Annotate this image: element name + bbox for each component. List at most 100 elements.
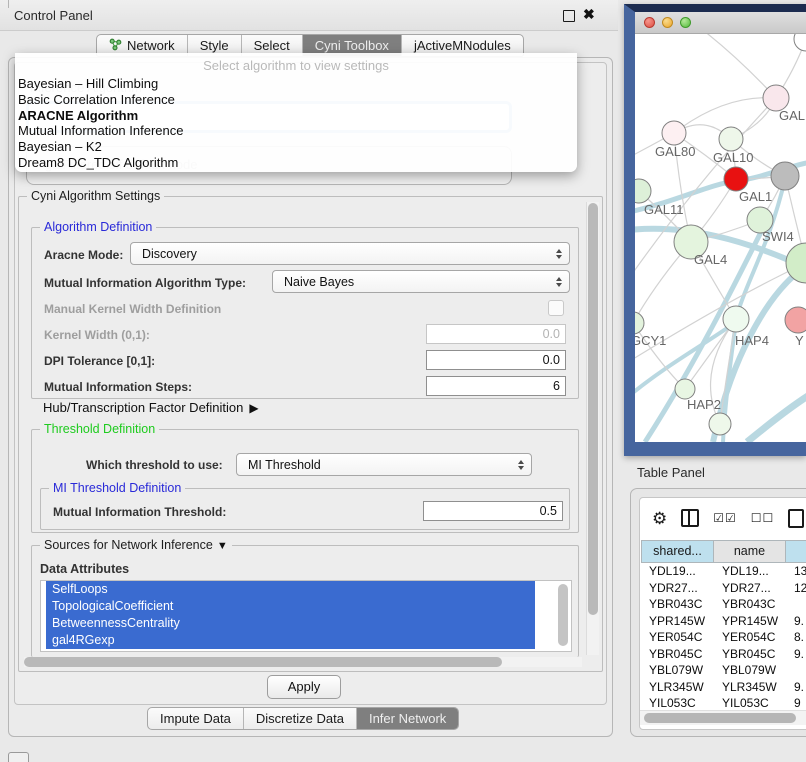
mi-threshold-label: Mutual Information Threshold: [53,505,226,519]
down-triangle-icon: ▼ [217,540,228,552]
tab-label: Style [200,38,229,53]
table-horizontal-scrollbar[interactable] [640,710,806,725]
algorithm-option[interactable]: Dream8 DC_TDC Algorithm [15,155,577,171]
table-row[interactable]: YBR043CYBR043C [641,596,806,613]
network-node[interactable] [724,167,748,191]
window-close-button[interactable] [644,17,655,28]
network-node[interactable] [723,306,749,332]
table-toolbar: ⚙ ☑☑ ☐☐ [640,498,806,538]
table-row[interactable]: YDL19...YDL19...13 [641,563,806,580]
attribute-list-item[interactable]: BetweennessCentrality [46,615,535,632]
panel-title: Control Panel [14,8,93,23]
threshold-definition-title: Threshold Definition [40,422,159,436]
hub-tf-expander[interactable]: Hub/Transcription Factor Definition▶ [43,400,259,415]
sources-group: Sources for Network Inference▼ Data Attr… [31,545,579,657]
attribute-list-item[interactable]: SelfLoops [46,581,535,598]
table-cell: YDR27... [714,580,786,597]
table-row[interactable]: YER054CYER054C8. [641,629,806,646]
network-node[interactable] [794,34,806,51]
tab-impute-data[interactable]: Impute Data [148,708,244,729]
table-cell: YBR045C [714,646,786,663]
algorithm-option[interactable]: Basic Correlation Inference [15,92,577,108]
close-icon[interactable]: ✖ [583,6,595,23]
table-row[interactable]: YBR045CYBR045C9. [641,646,806,663]
mi-type-combobox[interactable]: Naive Bayes [272,270,570,293]
which-threshold-value: MI Threshold [248,458,321,472]
network-canvas[interactable]: GALGAL80GAL10GAL1GAL11SWI4GAL4GCY1HAP4YH… [635,34,806,442]
algorithm-option[interactable]: Bayesian – K2 [15,139,577,155]
apply-button[interactable]: Apply [267,675,341,699]
network-node[interactable] [785,307,806,333]
threshold-definition-group: Threshold Definition Which threshold to … [31,429,579,533]
table-row[interactable]: YDR27...YDR27...12 [641,580,806,597]
table-panel: ⚙ ☑☑ ☐☐ shared...nameA YDL19...YDL19...1… [630,488,806,737]
kernel-width-label: Kernel Width (0,1): [44,328,150,342]
table-row[interactable]: YBL079WYBL079W [641,662,806,679]
deselect-all-icon[interactable]: ☐☐ [751,511,775,525]
data-attributes-list[interactable]: SelfLoopsTopologicalCoefficientBetweenne… [40,580,572,652]
settings-vertical-scrollbar[interactable] [586,202,599,655]
which-threshold-label: Which threshold to use: [86,458,223,472]
manual-kernel-checkbox [548,300,564,316]
window-zoom-button[interactable] [680,17,691,28]
dpi-tolerance-field[interactable] [426,350,566,370]
network-node[interactable] [662,121,686,145]
table-cell: YBR043C [714,596,786,613]
column-header[interactable]: shared... [641,540,714,563]
network-node[interactable] [771,162,799,190]
window-minimize-button[interactable] [662,17,673,28]
table-cell: YDL19... [641,563,714,580]
table-cell: YBR043C [641,596,714,613]
network-node[interactable] [635,312,644,334]
table-panel-title: Table Panel [637,465,705,480]
table-cell: YDR27... [641,580,714,597]
sources-title: Sources for Network Inference▼ [40,538,232,552]
float-panel-icon[interactable] [563,10,575,22]
dpi-tolerance-label: DPI Tolerance [0,1]: [44,354,155,368]
which-threshold-combobox[interactable]: MI Threshold [236,453,532,476]
network-node[interactable] [719,127,743,151]
column-header[interactable]: name [714,540,786,563]
tab-label: Select [254,38,290,53]
chevron-updown-icon [556,277,562,287]
dock-panel-icon[interactable] [8,752,29,762]
node-label: GAL [779,108,805,123]
node-label: GAL4 [694,252,727,267]
mi-threshold-title: MI Threshold Definition [49,481,185,495]
select-all-icon[interactable]: ☑☑ [713,511,737,525]
gear-icon[interactable]: ⚙ [652,510,667,527]
table-cell: YPR145W [641,613,714,630]
algorithm-dropdown-popup: Select algorithm to view settings Bayesi… [15,53,577,172]
algorithm-option[interactable]: ARACNE Algorithm [15,108,577,124]
aracne-mode-combobox[interactable]: Discovery [130,242,570,265]
attribute-list-item[interactable]: gal4RGexp [46,632,535,649]
columns-icon[interactable] [681,509,699,527]
attribute-list-item[interactable]: TopologicalCoefficient [46,598,535,615]
mi-threshold-field[interactable] [423,501,563,521]
kernel-width-field [426,324,566,344]
table-cell: 9. [786,679,806,696]
column-header[interactable]: A [786,540,806,563]
application-window: Control Panel ✖ NetworkStyleSelectCyni T… [0,0,806,762]
node-label: GAL10 [713,150,753,165]
algorithm-option[interactable]: Bayesian – Hill Climbing [15,76,577,92]
tab-discretize-data[interactable]: Discretize Data [244,708,357,729]
network-view-window: GALGAL80GAL10GAL1GAL11SWI4GAL4GCY1HAP4YH… [624,4,806,456]
table-cell: YLR345W [641,679,714,696]
mi-steps-field[interactable] [426,376,566,396]
table-row[interactable]: YPR145WYPR145W9. [641,613,806,630]
table-row[interactable]: YLR345WYLR345W9. [641,679,806,696]
table-cell: YER054C [641,629,714,646]
file-icon[interactable] [788,509,804,528]
algorithm-option[interactable]: Mutual Information Inference [15,123,577,139]
network-node[interactable] [675,379,695,399]
hub-tf-label: Hub/Transcription Factor Definition [43,400,243,415]
settings-horizontal-scrollbar[interactable] [24,657,582,667]
network-node[interactable] [709,413,731,435]
table-cell: YDL19... [714,563,786,580]
node-label: HAP2 [687,397,721,412]
tab-infer-network[interactable]: Infer Network [357,708,458,729]
list-scrollbar[interactable] [558,584,568,646]
divider [8,0,9,8]
table-cell: 9. [786,613,806,630]
